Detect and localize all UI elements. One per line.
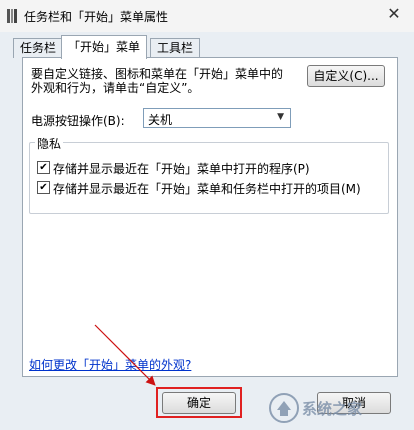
ok-button[interactable]: 确定: [162, 392, 236, 414]
watermark-text: 系统之家: [302, 400, 363, 418]
watermark: 系统之家: [268, 390, 408, 426]
watermark-logo-icon: [269, 393, 299, 423]
tab-start-menu[interactable]: 「开始」菜单: [61, 35, 148, 59]
annotation-arrow: [94, 324, 156, 386]
